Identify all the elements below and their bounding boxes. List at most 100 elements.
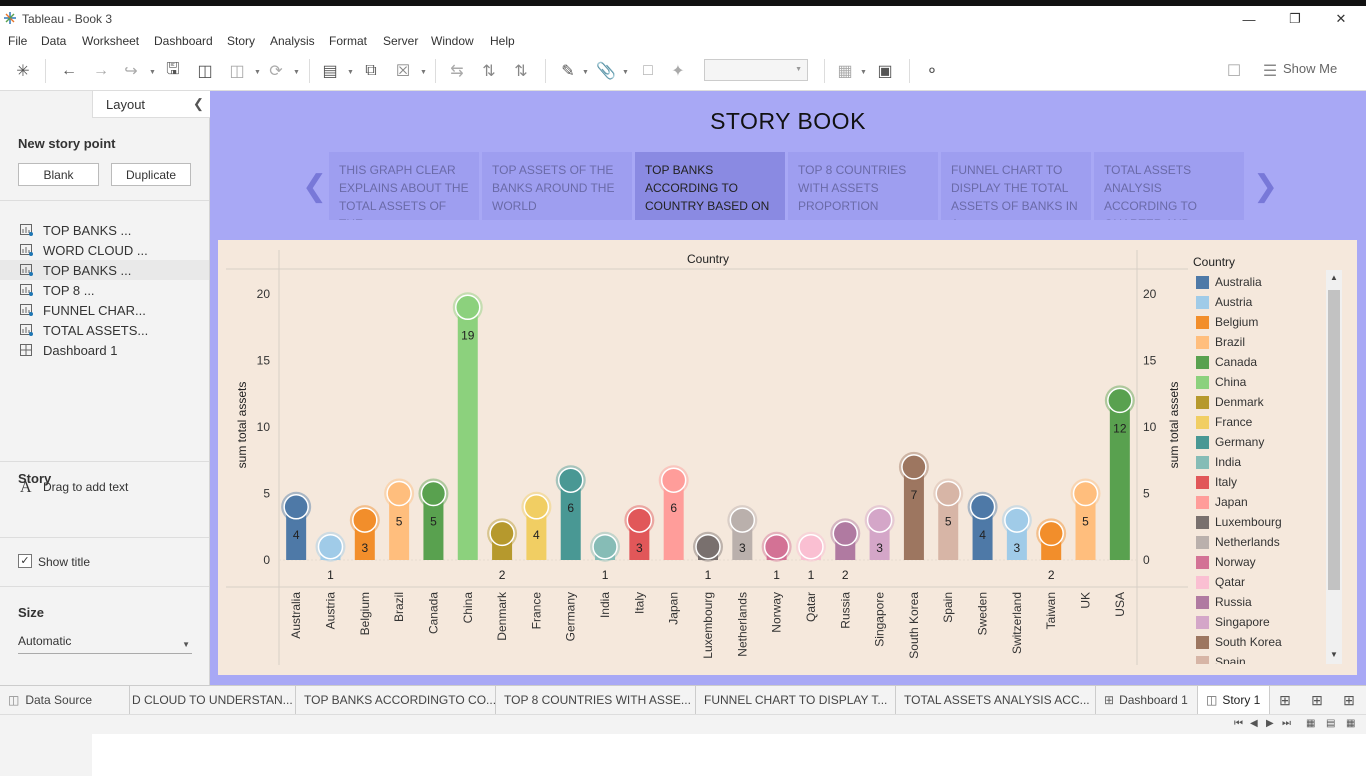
last-sheet-icon[interactable]: ⏭ xyxy=(1282,718,1291,729)
bar-chart[interactable]: Country0 05 510 1015 1520 20sum total assets s… xyxy=(218,240,1188,675)
show-me-icon[interactable]: ☰ xyxy=(1258,59,1282,83)
sheet-item[interactable]: Dashboard 1 xyxy=(0,340,209,360)
close-icon[interactable]: ✕ xyxy=(1318,8,1364,30)
legend-item[interactable]: Spain xyxy=(1196,652,1336,664)
story-point-4[interactable]: TOP 8 COUNTRIES WITH ASSETS PROPORTION xyxy=(788,152,938,220)
chevron-down-icon[interactable]: ▼ xyxy=(149,69,156,76)
legend-item[interactable]: Qatar xyxy=(1196,572,1336,592)
legend-item[interactable]: Luxembourg xyxy=(1196,512,1336,532)
tab-sheet[interactable]: TOTAL ASSETS ANALYSIS ACC... xyxy=(896,686,1096,714)
show-tabs-icon[interactable]: ▤ xyxy=(1326,718,1335,729)
legend-item[interactable]: Netherlands xyxy=(1196,532,1336,552)
story-point-2[interactable]: TOP ASSETS OF THE BANKS AROUND THE WORLD xyxy=(482,152,632,220)
legend-item[interactable]: Canada xyxy=(1196,352,1336,372)
tableau-home-icon[interactable]: ✳ xyxy=(11,59,35,83)
story-point-6[interactable]: TOTAL ASSETS ANALYSIS ACCORDING TO QUART… xyxy=(1094,152,1244,220)
sort-descending-icon[interactable]: ⇅ xyxy=(509,59,533,83)
highlight-icon[interactable]: ✎ xyxy=(556,59,580,83)
menu-story[interactable]: Story xyxy=(227,34,255,48)
story-point-5[interactable]: FUNNEL CHART TO DISPLAY THE TOTAL ASSETS… xyxy=(941,152,1091,220)
undo-icon[interactable]: ← xyxy=(57,59,81,83)
legend-item[interactable]: Singapore xyxy=(1196,612,1336,632)
legend-item[interactable]: Denmark xyxy=(1196,392,1336,412)
tab-sheet[interactable]: FUNNEL CHART TO DISPLAY T... xyxy=(696,686,896,714)
new-dashboard-icon[interactable]: ⊞ xyxy=(1305,688,1329,712)
size-dropdown[interactable]: Automatic ▼ xyxy=(18,634,192,654)
chevron-down-icon[interactable]: ▼ xyxy=(293,69,300,76)
group-icon[interactable]: 📎 xyxy=(594,59,618,83)
blank-button[interactable]: Blank xyxy=(18,163,99,186)
fit-dropdown[interactable]: ▼ xyxy=(704,59,808,81)
chevron-down-icon[interactable]: ▼ xyxy=(254,69,261,76)
legend-item[interactable]: Italy xyxy=(1196,472,1336,492)
tab-sheet[interactable]: TOP BANKS ACCORDINGTO CO... xyxy=(296,686,496,714)
sort-ascending-icon[interactable]: ⇅ xyxy=(477,59,501,83)
show-filmstrip-icon[interactable]: ▦ xyxy=(1306,718,1315,729)
tab-sheet[interactable]: D CLOUD TO UNDERSTAN... xyxy=(130,686,296,714)
chevron-down-icon[interactable]: ▼ xyxy=(420,69,427,76)
legend-item[interactable]: China xyxy=(1196,372,1336,392)
refresh-icon[interactable]: ⟳ xyxy=(264,59,288,83)
redo-arrow-icon[interactable]: ↪ xyxy=(119,59,143,83)
presentation-mode-icon[interactable]: ▣ xyxy=(873,59,897,83)
save-icon[interactable]: 🖫 xyxy=(161,59,185,83)
menu-data[interactable]: Data xyxy=(41,34,66,48)
first-sheet-icon[interactable]: ⏮ xyxy=(1234,718,1243,729)
labels-icon[interactable]: □ xyxy=(636,59,660,83)
legend-scrollbar[interactable]: ▲ ▼ xyxy=(1326,270,1342,664)
legend-item[interactable]: Austria xyxy=(1196,292,1336,312)
legend-item[interactable]: India xyxy=(1196,452,1336,472)
tab-story-active[interactable]: ◫ Story 1 xyxy=(1198,686,1270,714)
pause-updates-icon[interactable]: ◫ xyxy=(225,59,249,83)
chevron-down-icon[interactable]: ▼ xyxy=(622,69,629,76)
minimize-icon[interactable]: — xyxy=(1226,8,1272,30)
legend-item[interactable]: Australia xyxy=(1196,272,1336,292)
redo-icon[interactable]: → xyxy=(89,59,113,83)
sheet-item[interactable]: TOP 8 ... xyxy=(0,280,209,300)
sheet-item[interactable]: TOP BANKS ... xyxy=(0,260,209,280)
menu-analysis[interactable]: Analysis xyxy=(270,34,315,48)
legend-item[interactable]: Norway xyxy=(1196,552,1336,572)
restore-icon[interactable]: ❐ xyxy=(1272,8,1318,30)
show-me-button[interactable]: Show Me xyxy=(1283,61,1337,76)
duplicate-sheet-icon[interactable]: ⧉ xyxy=(359,59,383,83)
menu-format[interactable]: Format xyxy=(329,34,367,48)
legend-item[interactable]: Germany xyxy=(1196,432,1336,452)
pin-icon[interactable]: ✦ xyxy=(666,59,690,83)
legend-item[interactable]: Belgium xyxy=(1196,312,1336,332)
legend-item[interactable]: Russia xyxy=(1196,592,1336,612)
story-point-1[interactable]: THIS GRAPH CLEAR EXPLAINS ABOUT THE TOTA… xyxy=(329,152,479,220)
duplicate-button[interactable]: Duplicate xyxy=(111,163,191,186)
sheet-item[interactable]: FUNNEL CHAR... xyxy=(0,300,209,320)
chevron-down-icon[interactable]: ▼ xyxy=(860,69,867,76)
clear-sheet-icon[interactable]: ☒ xyxy=(391,59,415,83)
share-icon[interactable]: ⚬ xyxy=(920,59,944,83)
previous-sheet-icon[interactable]: ◀ xyxy=(1250,718,1258,729)
next-story-point-icon[interactable]: ❯ xyxy=(1253,169,1278,204)
new-worksheet-icon[interactable]: ▤ xyxy=(318,59,342,83)
swap-icon[interactable]: ⇆ xyxy=(445,59,469,83)
text-object-icon[interactable]: A xyxy=(20,479,32,497)
sheet-item[interactable]: TOTAL ASSETS... xyxy=(0,320,209,340)
tab-dashboard[interactable]: ⊞ Dashboard 1 xyxy=(1096,686,1198,714)
scrollbar-thumb[interactable] xyxy=(1328,290,1340,590)
show-cards-icon[interactable]: ▦ xyxy=(833,59,857,83)
sheet-item[interactable]: WORD CLOUD ... xyxy=(0,240,209,260)
sheet-item[interactable]: TOP BANKS ... xyxy=(0,220,209,240)
chevron-down-icon[interactable]: ▼ xyxy=(347,69,354,76)
previous-story-point-icon[interactable]: ❮ xyxy=(302,169,327,204)
menu-worksheet[interactable]: Worksheet xyxy=(82,34,139,48)
tooltip-icon[interactable]: ☐ xyxy=(1222,59,1246,83)
show-title-checkbox[interactable]: ✓ xyxy=(18,554,32,568)
story-point-3[interactable]: TOP BANKS ACCORDING TO COUNTRY BASED ON xyxy=(635,152,785,220)
new-story-icon[interactable]: ⊞ xyxy=(1337,688,1361,712)
menu-server[interactable]: Server xyxy=(383,34,418,48)
legend-item[interactable]: Brazil xyxy=(1196,332,1336,352)
menu-file[interactable]: File xyxy=(8,34,27,48)
scroll-down-icon[interactable]: ▼ xyxy=(1330,650,1338,659)
tab-data-source[interactable]: ◫ Data Source xyxy=(0,686,130,714)
show-sheet-sorter-icon[interactable]: ▦ xyxy=(1346,718,1355,729)
scroll-up-icon[interactable]: ▲ xyxy=(1330,273,1338,282)
chevron-down-icon[interactable]: ▼ xyxy=(582,69,589,76)
collapse-pane-icon[interactable]: ❮ xyxy=(193,96,204,112)
